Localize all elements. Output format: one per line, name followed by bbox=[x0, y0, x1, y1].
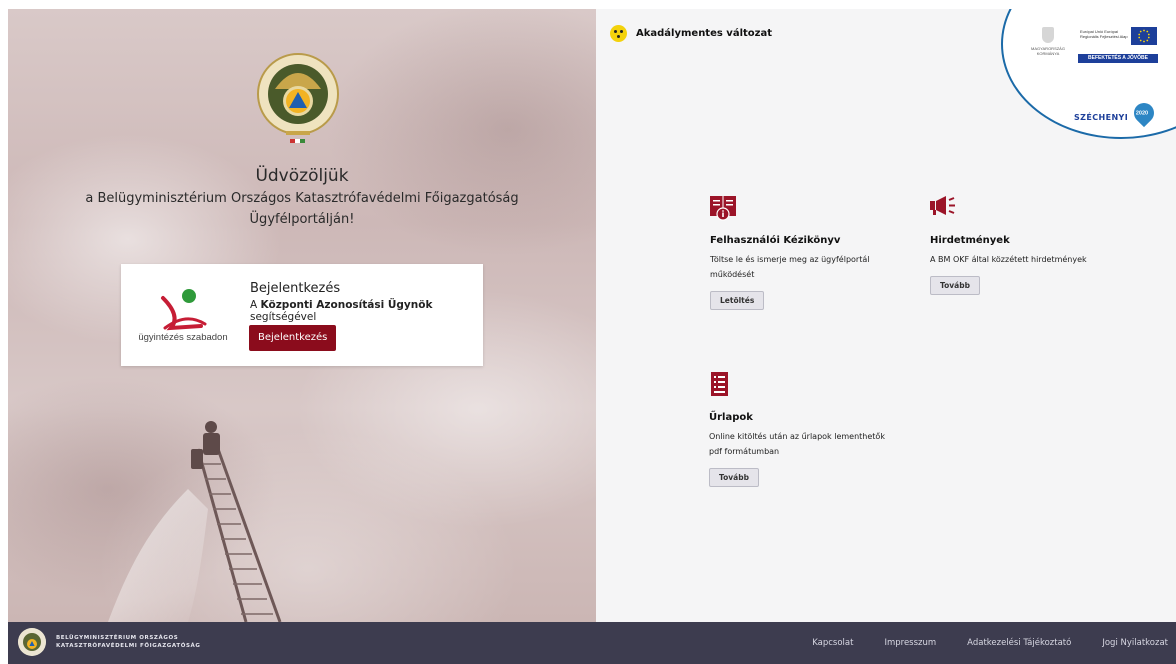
forms-more-button[interactable]: Tovább bbox=[709, 468, 759, 487]
footer-org-name: BELÜGYMINISZTÉRIUM ORSZÁGOS KATASZTRÓFAV… bbox=[56, 634, 201, 650]
footer-org-line-1: BELÜGYMINISZTÉRIUM ORSZÁGOS bbox=[56, 635, 179, 641]
tile-announcements-title: Hirdetmények bbox=[930, 235, 1010, 246]
right-panel: Akadálymentes változat MAGYARORSZÁG KORM… bbox=[596, 9, 1176, 622]
login-button[interactable]: Bejelentkezés bbox=[249, 325, 337, 351]
tile-user-manual-desc: Töltse le és ismerje meg az ügyfélportál… bbox=[710, 255, 870, 279]
book-info-icon bbox=[710, 196, 736, 221]
footer-link-legal[interactable]: Jogi Nyilatkozat bbox=[1102, 638, 1168, 648]
tile-user-manual: Felhasználói Kézikönyv Töltse le és isme… bbox=[710, 195, 900, 310]
welcome-block: Üdvözöljük a Belügyminisztérium Országos… bbox=[8, 164, 596, 230]
login-subtitle: A Központi Azonosítási Ügynök segítségév… bbox=[250, 299, 483, 323]
tile-announcements-desc: A BM OKF által közzétett hirdetmények bbox=[930, 255, 1087, 264]
tile-forms-desc: Online kitöltés után az űrlapok lementhe… bbox=[709, 432, 885, 456]
government-logo: MAGYARORSZÁG KORMÁNYA bbox=[1026, 27, 1070, 56]
eu-flag-icon bbox=[1131, 27, 1157, 45]
login-card: ügyintézés szabadon Bejelentkezés A Közp… bbox=[121, 264, 483, 366]
tile-announcements: Hirdetmények A BM OKF által közzétett hi… bbox=[930, 195, 1120, 295]
welcome-title: Üdvözöljük bbox=[255, 166, 349, 186]
login-subtitle-suffix: segítségével bbox=[250, 311, 317, 323]
eu-text: Európai Unió Európai Regionális Fejleszt… bbox=[1080, 29, 1128, 39]
ministry-emblem-icon bbox=[18, 628, 46, 656]
accessibility-label: Akadálymentes változat bbox=[636, 28, 773, 39]
tile-user-manual-title: Felhasználói Kézikönyv bbox=[710, 235, 841, 246]
szechenyi-year: 2020 bbox=[1135, 110, 1149, 117]
announcements-more-button[interactable]: Tovább bbox=[930, 276, 980, 295]
welcome-line-1: a Belügyminisztérium Országos Katasztróf… bbox=[85, 191, 519, 206]
download-button[interactable]: Letöltés bbox=[710, 291, 765, 310]
footer-org-line-2: KATASZTRÓFAVÉDELMI FŐIGAZGATÓSÁG bbox=[56, 643, 201, 649]
accessibility-braille-icon bbox=[610, 25, 627, 42]
login-title: Bejelentkezés bbox=[250, 281, 341, 296]
login-subtitle-prefix: A bbox=[250, 299, 261, 311]
government-text: MAGYARORSZÁG KORMÁNYA bbox=[1031, 46, 1065, 56]
logo-caption: ügyintézés szabadon bbox=[138, 332, 228, 343]
footer-link-privacy[interactable]: Adatkezelési Tájékoztató bbox=[967, 638, 1071, 648]
footer: BELÜGYMINISZTÉRIUM ORSZÁGOS KATASZTRÓFAV… bbox=[8, 622, 1176, 664]
hungary-crest-icon bbox=[1042, 27, 1054, 43]
form-document-icon bbox=[711, 372, 728, 396]
fire-protection-emblem-icon bbox=[257, 53, 339, 143]
footer-links: Kapcsolat Impresszum Adatkezelési Tájéko… bbox=[781, 622, 1176, 664]
tile-forms: Űrlapok Online kitöltés után az űrlapok … bbox=[709, 372, 899, 487]
szechenyi-label: SZÉCHENYI bbox=[1074, 113, 1129, 122]
footer-link-contact[interactable]: Kapcsolat bbox=[812, 638, 853, 648]
eu-investment-bar: BEFEKTETÉS A JÖVŐBE bbox=[1078, 54, 1158, 63]
megaphone-icon bbox=[930, 196, 955, 215]
tile-forms-title: Űrlapok bbox=[709, 412, 753, 423]
hero-section: Üdvözöljük a Belügyminisztérium Országos… bbox=[8, 9, 596, 622]
welcome-line-2: Ügyfélportálján! bbox=[249, 212, 355, 227]
login-subtitle-bold: Központi Azonosítási Ügynök bbox=[260, 299, 433, 311]
accessibility-link[interactable]: Akadálymentes változat bbox=[610, 25, 772, 42]
footer-link-imprint[interactable]: Impresszum bbox=[884, 638, 936, 648]
